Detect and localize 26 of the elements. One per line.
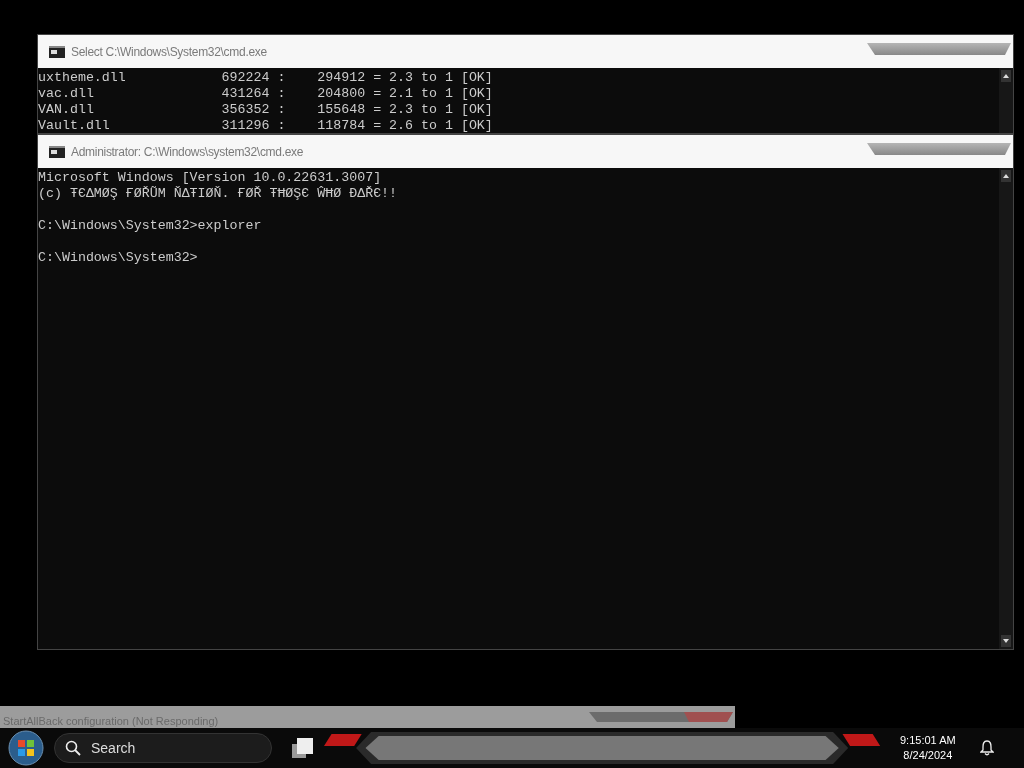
caption-buttons-icon[interactable]	[867, 43, 1011, 55]
console-line: C:\Windows\System32>explorer	[38, 218, 262, 234]
scrollbar[interactable]	[999, 68, 1013, 133]
scrollbar[interactable]	[999, 168, 1013, 649]
scroll-down-icon[interactable]	[1001, 635, 1011, 647]
console-line: vac.dll 431264 : 204800 = 2.1 to 1 [OK]	[38, 86, 493, 102]
console-line: Microsoft Windows [Version 10.0.22631.3007]	[38, 170, 382, 186]
search-field[interactable]: Search	[54, 733, 272, 763]
scroll-up-icon[interactable]	[1001, 70, 1011, 82]
console-line: uxtheme.dll 692224 : 294912 = 2.3 to 1 [OK]	[38, 70, 493, 86]
window-title: Administrator: C:\Windows\system32\cmd.exe	[71, 143, 305, 161]
clock-date[interactable]: 8/24/2024	[903, 748, 953, 763]
notification-bell-icon[interactable]	[979, 740, 994, 756]
search-icon	[65, 740, 81, 756]
console-line: C:\Windows\System32>	[38, 250, 198, 266]
start-orb-icon[interactable]	[8, 730, 44, 766]
scroll-up-icon[interactable]	[1001, 170, 1011, 182]
console-line: (c) ŦЄΔMØŞ ҒØŘŨM ŇΔŦIØŇ. ҒØŘ ŦĦØŞЄ ŴĦØ ĐΔŘЄ!!	[38, 186, 398, 202]
window-title: Select C:\Windows\System32\cmd.exe	[71, 43, 268, 61]
console-icon	[49, 145, 65, 158]
console-icon	[49, 45, 65, 58]
console-line: VAN.dll 356352 : 155648 = 2.3 to 1 [OK]	[38, 102, 493, 118]
clock-time[interactable]: 9:15:01 AM	[900, 733, 956, 748]
task-view-icon[interactable]	[292, 738, 314, 758]
console-line: Vault.dll 311296 : 118784 = 2.6 to 1 [OK]	[38, 118, 493, 134]
caption-buttons-icon[interactable]	[867, 143, 1011, 155]
